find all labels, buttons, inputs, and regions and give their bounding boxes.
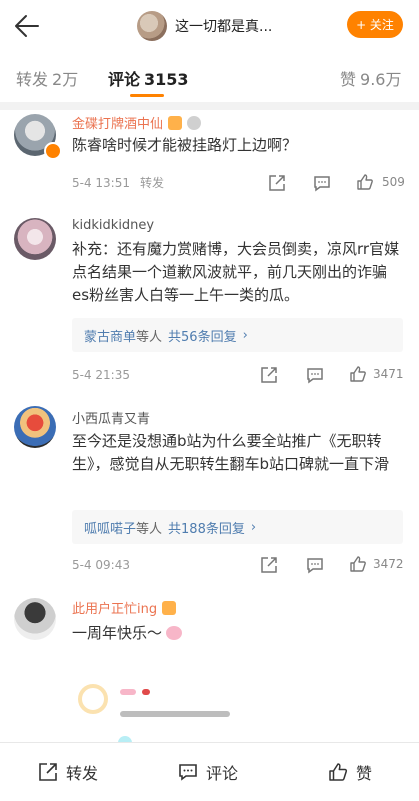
post-title-text: 这一切都是真... — [175, 19, 273, 35]
comment-author[interactable]: kidkidkidney — [72, 218, 154, 233]
comment-icon — [179, 764, 197, 781]
like-icon — [329, 763, 348, 781]
share-icon[interactable] — [268, 174, 286, 192]
chevron-right-icon: › — [250, 519, 257, 535]
like-count: 3472 — [373, 557, 404, 571]
like-count: 3471 — [373, 367, 404, 381]
comment-item: 此用户正忙ing 一周年快乐～ — [0, 596, 419, 656]
author-avatar[interactable] — [137, 11, 167, 41]
comment-author[interactable]: 小西瓜青又青 — [72, 408, 150, 427]
crown-icon — [168, 116, 183, 130]
loading-placeholder — [0, 680, 419, 744]
avatar[interactable] — [14, 598, 56, 640]
loading-avatar — [78, 684, 108, 714]
comment-item: 小西瓜青又青 至今还是没想通b站为什么要全站推广《无职转生》，感觉自从无职转生翻… — [0, 406, 419, 578]
like-button[interactable]: 赞 — [328, 743, 372, 801]
comment-button[interactable]: 评论 — [178, 743, 238, 801]
forward-icon — [39, 763, 57, 781]
avatar[interactable] — [14, 406, 56, 448]
comment-meta: 5-4 09:43 — [72, 558, 130, 572]
like-icon[interactable] — [349, 365, 367, 383]
tab-comments[interactable]: 评论 3153 — [108, 66, 189, 90]
top-bar: 这一切都是真... + 关注 — [0, 0, 419, 52]
like-count: 509 — [382, 175, 405, 189]
crown-icon — [162, 601, 177, 615]
like-icon[interactable] — [356, 173, 374, 191]
follow-button[interactable]: + 关注 — [347, 11, 403, 38]
comment-icon[interactable] — [306, 366, 324, 384]
back-arrow-icon[interactable] — [12, 12, 40, 40]
verified-badge-icon — [44, 142, 62, 160]
comment-text: 至今还是没想通b站为什么要全站推广《无职转生》，感觉自从无职转生翻车b站口碑就一… — [72, 432, 390, 473]
replies-preview[interactable]: 呱呱喏子 等人 共188条回复 › — [72, 510, 403, 544]
loading-bar — [142, 689, 150, 695]
medal-icon — [187, 116, 202, 130]
comment-author[interactable]: 金碟打牌酒中仙 — [72, 113, 202, 132]
post-title[interactable]: 这一切都是真... — [137, 10, 272, 42]
section-divider — [0, 102, 419, 110]
comment-text: 一周年快乐～ — [72, 622, 403, 645]
comment-icon[interactable] — [306, 556, 324, 574]
comment-text: 补充：还有魔力赏赌博，大会员倒卖，凉风rr官媒点名结果一个道歉风波就平，前几天刚… — [72, 240, 400, 304]
loading-bar — [120, 689, 136, 695]
comment-author[interactable]: 此用户正忙ing — [72, 598, 177, 617]
forward-button[interactable]: 转发 — [38, 743, 98, 801]
comment-item: kidkidkidney 补充：还有魔力赏赌博，大会员倒卖，凉风rr官媒点名结果… — [0, 214, 419, 394]
chevron-right-icon: › — [242, 327, 248, 343]
tab-likes[interactable]: 赞 9.6万 — [340, 66, 401, 90]
bottom-action-bar: 转发 评论 赞 — [0, 742, 419, 801]
tab-forward[interactable]: 转发 2万 — [16, 66, 78, 90]
share-icon[interactable] — [260, 366, 278, 384]
comment-text: 陈睿啥时候才能被挂路灯上边啊？ — [72, 136, 298, 154]
share-icon[interactable] — [260, 556, 278, 574]
loading-bar — [120, 711, 230, 717]
comment-item: 金碟打牌酒中仙 陈睿啥时候才能被挂路灯上边啊？ 5-4 13:51 转发 509 — [0, 110, 419, 202]
comment-meta: 5-4 13:51 转发 — [72, 176, 165, 190]
replies-preview[interactable]: 蒙古商单 等人 共56条回复 › — [72, 318, 403, 352]
avatar[interactable] — [14, 218, 56, 260]
bunny-emoji-icon — [166, 626, 183, 640]
comment-icon[interactable] — [313, 174, 331, 192]
active-tab-indicator — [130, 94, 164, 97]
forward-link[interactable]: 转发 — [140, 176, 164, 190]
comment-meta: 5-4 21:35 — [72, 368, 130, 382]
like-icon[interactable] — [349, 555, 367, 573]
tab-bar: 转发 2万 评论 3153 赞 9.6万 — [0, 52, 419, 102]
